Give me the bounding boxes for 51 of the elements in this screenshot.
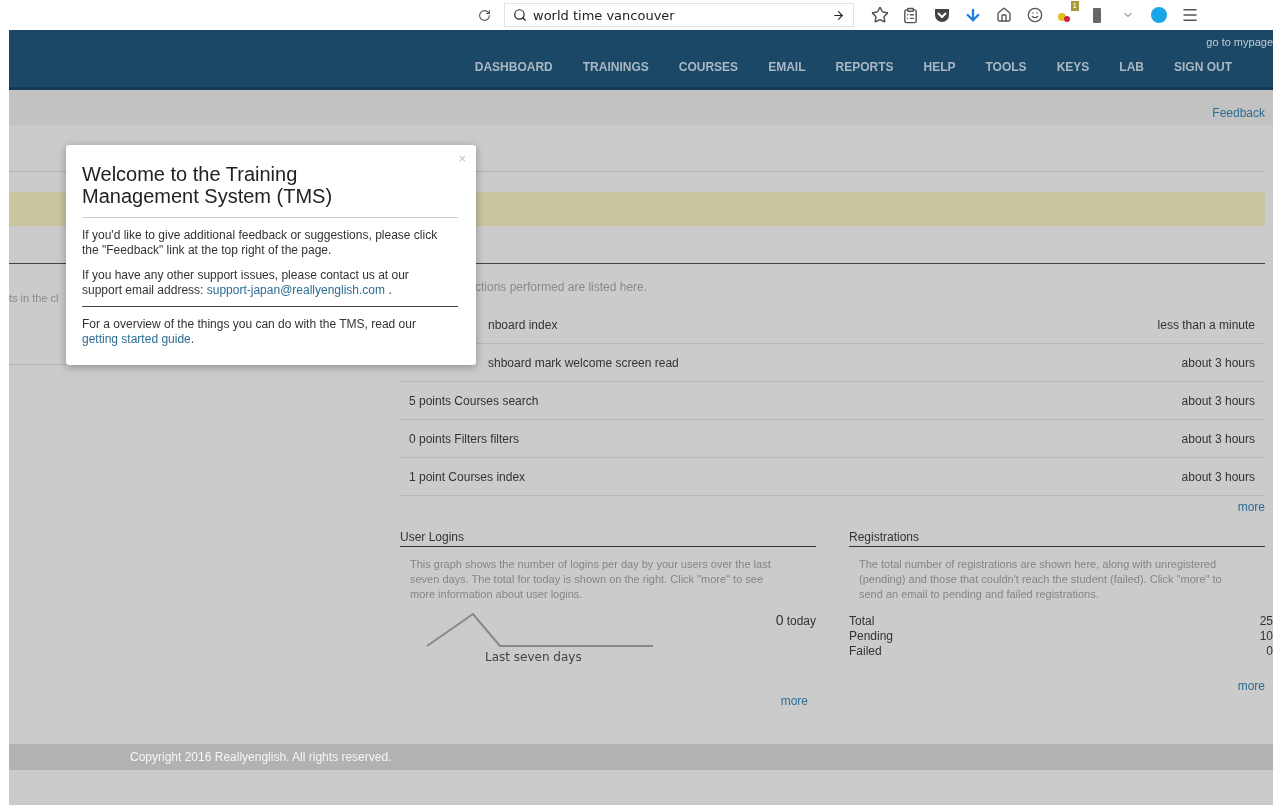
- activity-action: nboard index: [488, 317, 558, 332]
- activity-action: 1 point Courses index: [409, 469, 526, 484]
- url-text: world time vancouver: [533, 7, 676, 23]
- activity-time: less than a minute: [1157, 317, 1255, 332]
- dialog-text: For a overview of the things you can do with the TMS, read our getting started guide.: [82, 317, 417, 347]
- stat-label: Pending: [849, 629, 894, 644]
- guide-link[interactable]: getting started guide: [82, 332, 191, 346]
- copyright-text: Copyright 2016 Reallyenglish. All rights reserved.: [130, 750, 392, 764]
- dialog-title: Welcome to the Training Management System (TMS): [82, 163, 458, 218]
- url-field[interactable]: world time vancouver: [504, 3, 854, 27]
- today-count: 0 today: [775, 612, 816, 630]
- activity-time: about 3 hours: [1181, 431, 1255, 446]
- stat-value: 10: [1259, 629, 1273, 644]
- activity-time: about 3 hours: [1181, 355, 1255, 370]
- notification-badge: 1: [1070, 1, 1079, 11]
- stat-label: Total: [849, 614, 875, 629]
- nav-link[interactable]: EMAIL: [753, 60, 821, 74]
- search-icon: [513, 8, 527, 22]
- dialog-text: If you'd like to give additional feedback or suggestions, please click the "Feedback" link at the top right of the page.: [82, 228, 439, 258]
- nav-link[interactable]: TRAININGS: [567, 60, 664, 74]
- section-title: User Logins: [400, 530, 816, 547]
- dialog-text: If you have any other support issues, please contact us at our support email address: support-japan@reallyenglish.com .: [82, 268, 410, 298]
- nav-link[interactable]: LAB: [1104, 60, 1159, 74]
- section-description: This graph shows the number of logins per day by your users over the last seven days. The total for today is shown on the right. Click "more" to see more information about user logins.: [410, 557, 772, 602]
- stat-value: 0: [1266, 644, 1273, 659]
- activity-action: 0 points Filters filters: [409, 431, 520, 446]
- email-link[interactable]: support-japan@reallyenglish.com: [206, 283, 386, 297]
- arrow-right-icon[interactable]: [832, 8, 845, 22]
- graph-label: Last seven days: [485, 650, 582, 664]
- nav-link[interactable]: TOOLS: [970, 60, 1042, 74]
- section-title: Registrations: [849, 530, 1265, 547]
- stat-label: Failed: [849, 644, 882, 659]
- more-link[interactable]: more: [780, 694, 808, 708]
- nav-link[interactable]: REPORTS: [820, 60, 909, 74]
- nav-link[interactable]: DASHBOARD: [459, 60, 568, 74]
- activity-action: 5 points Courses search: [409, 393, 539, 408]
- stat-value: 25: [1259, 614, 1273, 629]
- mypage-link[interactable]: go to mypage: [1206, 36, 1273, 48]
- nav-link[interactable]: SIGN OUT: [1159, 60, 1247, 74]
- more-link[interactable]: more: [1237, 679, 1265, 693]
- activity-time: about 3 hours: [1181, 393, 1255, 408]
- activity-time: about 3 hours: [1181, 469, 1255, 484]
- activity-description: ctions performed are listed here.: [475, 280, 648, 294]
- nav-link[interactable]: COURSES: [663, 60, 754, 74]
- activity-action: shboard mark welcome screen read: [488, 355, 679, 370]
- feedback-link[interactable]: Feedback: [1212, 106, 1265, 120]
- nav-link[interactable]: KEYS: [1041, 60, 1105, 74]
- nav-link[interactable]: HELP: [908, 60, 971, 74]
- section-description: The total number of registrations are shown here, along with unregistered (pending) and those that couldn't reach the student (failed). Click "more" to send an email to pending and failed registrations.: [859, 557, 1223, 602]
- more-link[interactable]: more: [1237, 500, 1265, 514]
- body-text: ts in the cl: [9, 292, 59, 304]
